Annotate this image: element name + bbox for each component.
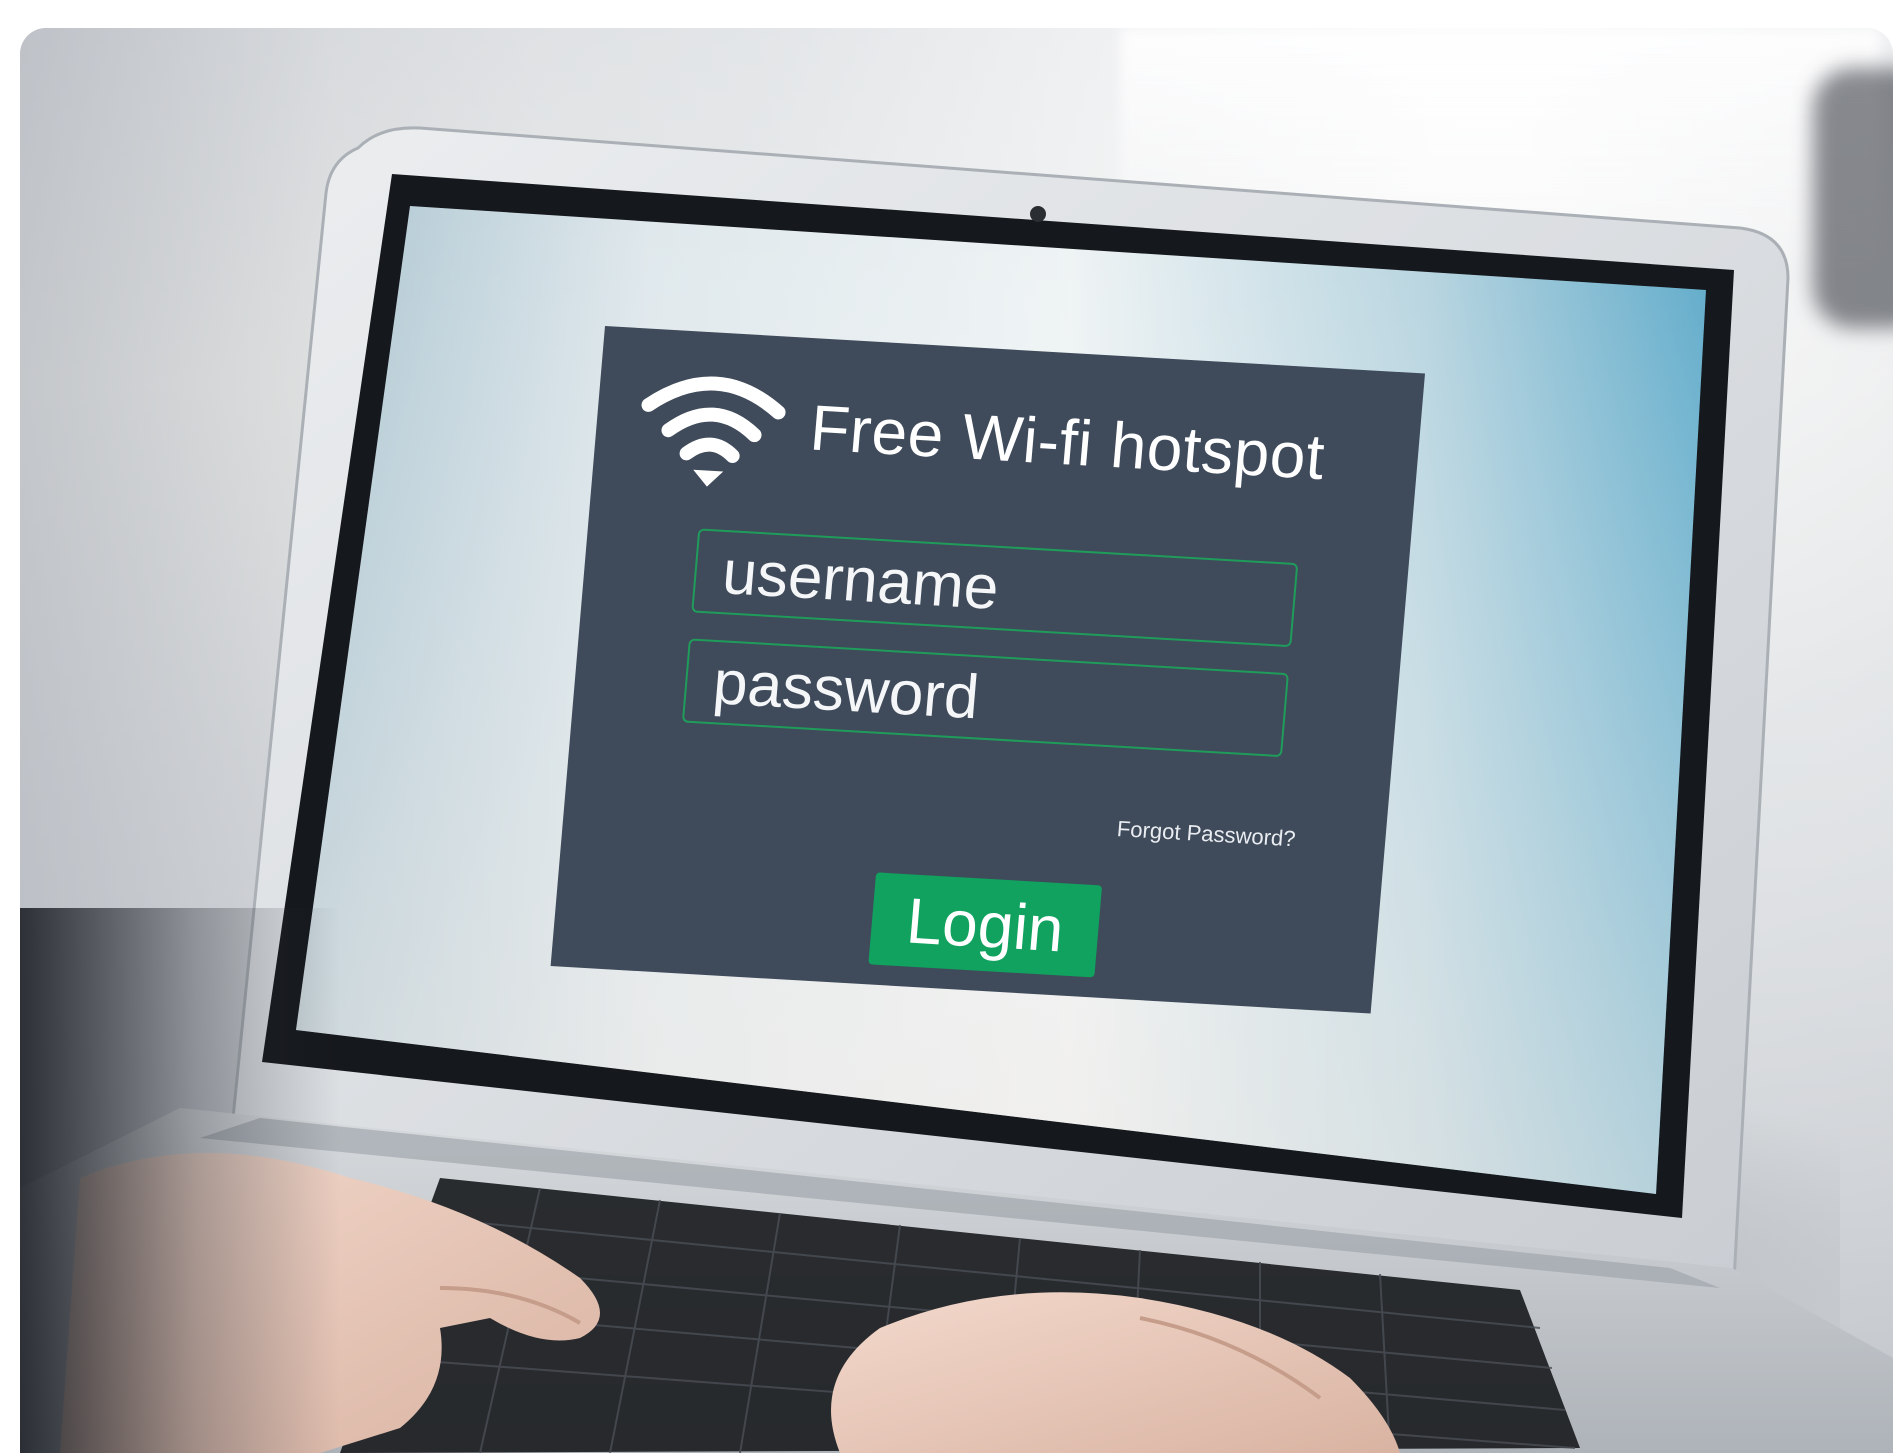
login-button[interactable]: Login xyxy=(868,872,1103,978)
wifi-icon xyxy=(641,376,786,487)
username-placeholder: username xyxy=(719,538,1002,623)
forgot-password-link[interactable]: Forgot Password? xyxy=(1116,816,1297,852)
hotspot-login-panel: Free Wi-fi hotspot username password For… xyxy=(550,326,1425,1014)
password-field[interactable]: password xyxy=(681,638,1289,758)
laptop-screen: Free Wi-fi hotspot username password For… xyxy=(20,28,1893,1453)
photo: Free Wi-fi hotspot username password For… xyxy=(20,28,1893,1453)
password-placeholder: password xyxy=(710,648,982,733)
username-field[interactable]: username xyxy=(691,528,1299,648)
page-title: Free Wi-fi hotspot xyxy=(807,391,1328,494)
